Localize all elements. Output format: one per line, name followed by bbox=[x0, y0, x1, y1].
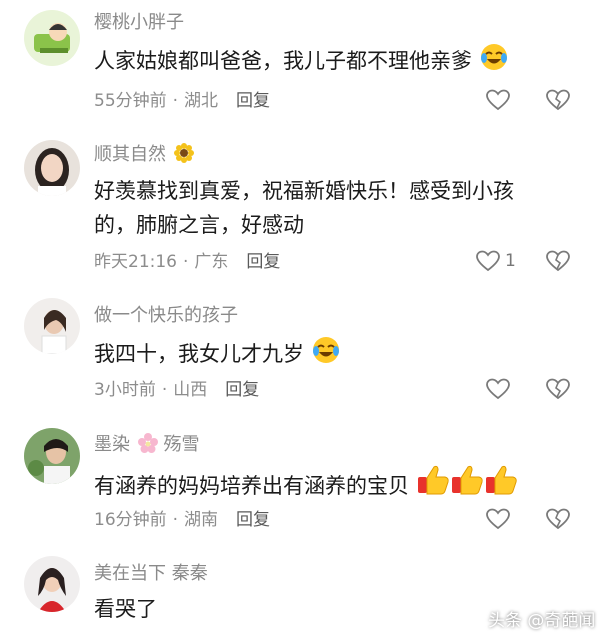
cherry-blossom-icon bbox=[137, 433, 158, 459]
location: 湖南 bbox=[184, 510, 219, 530]
broken-heart-icon bbox=[546, 378, 570, 400]
separator: · bbox=[161, 380, 168, 400]
heart-icon bbox=[486, 508, 510, 530]
comment-text-content: 看哭了 bbox=[94, 597, 157, 621]
broken-heart-icon bbox=[546, 250, 570, 272]
username-part: 墨染 bbox=[94, 434, 130, 455]
avatar[interactable] bbox=[24, 428, 80, 484]
dislike-button[interactable] bbox=[545, 377, 571, 401]
like-button[interactable]: 1 bbox=[475, 249, 516, 273]
timestamp: 55分钟前 bbox=[94, 91, 167, 111]
comment-text-content: 人家姑娘都叫爸爸，我儿子都不理他亲爹 bbox=[94, 49, 472, 73]
separator: · bbox=[172, 91, 179, 111]
comment-meta: 3小时前 · 山西 回复 bbox=[94, 379, 259, 401]
comment-text-content: 我四十，我女儿才九岁 bbox=[94, 342, 304, 366]
username[interactable]: 樱桃小胖子 bbox=[94, 12, 184, 34]
broken-heart-icon bbox=[546, 89, 570, 111]
username[interactable]: 顺其自然 bbox=[94, 143, 194, 169]
like-button[interactable] bbox=[485, 507, 515, 531]
location: 湖北 bbox=[184, 91, 219, 111]
reply-button[interactable]: 回复 bbox=[236, 91, 270, 111]
laughing-crying-emoji-icon bbox=[311, 335, 341, 375]
comment-text-content: 有涵养的妈妈培养出有涵养的宝贝 bbox=[94, 474, 409, 498]
reply-button[interactable]: 回复 bbox=[236, 510, 270, 530]
thumbs-up-emoji-icon bbox=[416, 463, 518, 507]
broken-heart-icon bbox=[546, 508, 570, 530]
username[interactable]: 做一个快乐的孩子 bbox=[94, 305, 238, 327]
dislike-button[interactable] bbox=[545, 249, 571, 273]
location: 山西 bbox=[173, 380, 208, 400]
reply-button[interactable]: 回复 bbox=[225, 380, 259, 400]
avatar[interactable] bbox=[24, 140, 80, 196]
username-text: 顺其自然 bbox=[94, 144, 166, 165]
location: 广东 bbox=[194, 252, 229, 272]
comment-text: 好羡慕找到真爱，祝福新婚快乐！感受到小孩 的，肺腑之言，好感动 bbox=[94, 174, 564, 242]
comment-meta: 16分钟前 · 湖南 回复 bbox=[94, 509, 270, 531]
comment-meta: 昨天21:16 · 广东 回复 bbox=[94, 251, 280, 273]
avatar[interactable] bbox=[24, 298, 80, 354]
username-part: 殇雪 bbox=[163, 434, 200, 455]
timestamp: 昨天21:16 bbox=[94, 252, 177, 272]
avatar[interactable] bbox=[24, 10, 80, 66]
comment-text-line: 好羡慕找到真爱，祝福新婚快乐！感受到小孩 bbox=[94, 179, 514, 203]
watermark: 头条 @奇葩闻 bbox=[488, 611, 596, 631]
dislike-button[interactable] bbox=[545, 88, 571, 112]
comment-meta: 55分钟前 · 湖北 回复 bbox=[94, 90, 270, 112]
comment-text: 我四十，我女儿才九岁 bbox=[94, 335, 564, 375]
heart-icon bbox=[486, 378, 510, 400]
heart-icon bbox=[486, 89, 510, 111]
laughing-crying-emoji-icon bbox=[479, 42, 509, 82]
comment-text: 人家姑娘都叫爸爸，我儿子都不理他亲爹 bbox=[94, 42, 564, 82]
username[interactable]: 墨染 殇雪 bbox=[94, 433, 199, 459]
reply-button[interactable]: 回复 bbox=[246, 252, 280, 272]
timestamp: 16分钟前 bbox=[94, 510, 167, 530]
avatar[interactable] bbox=[24, 556, 80, 612]
username[interactable]: 美在当下 秦秦 bbox=[94, 563, 208, 585]
dislike-button[interactable] bbox=[545, 507, 571, 531]
sunflower-icon bbox=[173, 143, 194, 169]
heart-icon bbox=[476, 250, 500, 272]
comment-text: 有涵养的妈妈培养出有涵养的宝贝 bbox=[94, 463, 564, 507]
comment-text-line: 的，肺腑之言，好感动 bbox=[94, 213, 304, 237]
timestamp: 3小时前 bbox=[94, 380, 156, 400]
like-button[interactable] bbox=[485, 88, 515, 112]
separator: · bbox=[172, 510, 179, 530]
separator: · bbox=[183, 252, 189, 272]
like-count: 1 bbox=[505, 251, 516, 271]
like-button[interactable] bbox=[485, 377, 515, 401]
